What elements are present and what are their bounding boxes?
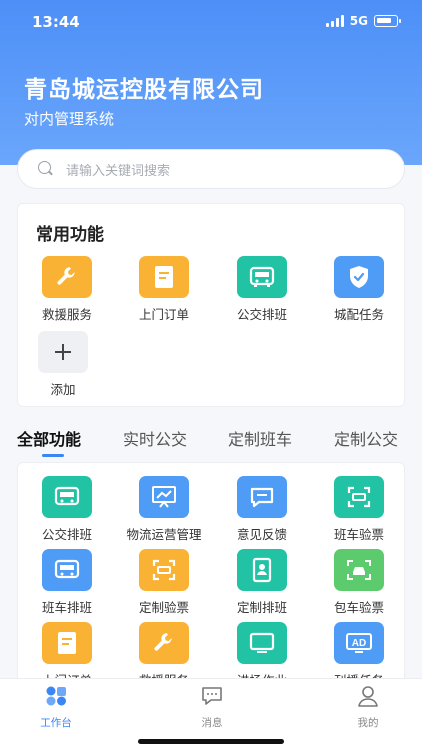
signal-icon (325, 15, 344, 27)
tab-all-functions[interactable]: 全部功能 (17, 426, 81, 450)
nav-label: 我的 (357, 717, 379, 729)
all-item-label: 定制排班 (236, 600, 287, 615)
nav-workbench[interactable]: 工作台 (26, 685, 86, 730)
all-item-charter-ticket-check[interactable]: 包车验票 (310, 549, 404, 616)
all-item-feedback[interactable]: 意见反馈 (213, 476, 311, 543)
scan-icon (139, 549, 189, 591)
common-item-home-order[interactable]: 上门订单 (115, 256, 213, 323)
active-tab-indicator (42, 454, 64, 457)
all-item-label: 包车验票 (333, 600, 384, 615)
car-icon (334, 549, 384, 591)
nav-label: 消息 (201, 717, 223, 729)
home-indicator (138, 739, 284, 744)
search-icon (38, 161, 54, 177)
document-icon (42, 622, 92, 664)
message-icon (237, 476, 287, 518)
function-tabs: 全部功能 实时公交 定制班车 定制公交 (0, 418, 422, 462)
network-type: 5G (349, 14, 368, 28)
nav-label: 工作台 (40, 717, 72, 729)
shield-check-icon (334, 256, 384, 298)
all-item-label: 公交排班 (41, 527, 92, 542)
all-item-label: 物流运营管理 (126, 527, 202, 542)
tab-custom-bus[interactable]: 定制公交 (334, 426, 398, 450)
status-indicators: 5G (325, 14, 401, 28)
scan-icon (334, 476, 384, 518)
all-item-bus-schedule[interactable]: 公交排班 (18, 476, 116, 543)
common-item-label: 救援服务 (41, 307, 92, 322)
chart-board-icon (139, 476, 189, 518)
tab-custom-shuttle[interactable]: 定制班车 (228, 426, 292, 450)
common-functions-card: 常用功能 救援服务 上门订单 公交排班 城配任务 添加 (17, 203, 405, 407)
chat-icon (202, 687, 222, 705)
all-item-label: 定制验票 (138, 600, 189, 615)
all-item-label: 意见反馈 (236, 527, 287, 542)
bus-icon (42, 549, 92, 591)
nav-profile[interactable]: 我的 (338, 685, 398, 730)
search-bar[interactable]: 请输入关键词搜索 (17, 149, 405, 189)
monitor-icon (237, 622, 287, 664)
workbench-icon (46, 686, 66, 706)
nav-messages[interactable]: 消息 (182, 685, 242, 730)
document-icon (139, 256, 189, 298)
common-item-label: 上门订单 (138, 307, 189, 322)
all-item-custom-schedule[interactable]: 定制排班 (213, 549, 311, 616)
status-bar: 13:44 5G (0, 0, 422, 44)
company-title: 青岛城运控股有限公司 (24, 77, 264, 103)
common-item-bus-schedule[interactable]: 公交排班 (213, 256, 311, 323)
common-functions-title: 常用功能 (36, 225, 104, 245)
add-function-button[interactable]: 添加 (14, 331, 112, 398)
common-item-label: 公交排班 (236, 307, 287, 322)
user-icon (358, 686, 378, 707)
plus-icon (38, 331, 88, 373)
all-item-custom-ticket-check[interactable]: 定制验票 (115, 549, 213, 616)
all-item-shuttle-ticket-check[interactable]: 班车验票 (310, 476, 404, 543)
battery-icon (374, 15, 401, 27)
wrench-icon (139, 622, 189, 664)
common-item-rescue[interactable]: 救援服务 (18, 256, 116, 323)
ad-icon: AD (334, 622, 384, 664)
bus-icon (42, 476, 92, 518)
all-item-label: 班车排班 (41, 600, 92, 615)
search-placeholder: 请输入关键词搜索 (66, 163, 171, 179)
common-item-label: 城配任务 (333, 307, 384, 322)
bus-icon (237, 256, 287, 298)
contacts-book-icon (237, 549, 287, 591)
wrench-icon (42, 256, 92, 298)
all-functions-card: 公交排班 物流运营管理 意见反馈 班车验票 班车排班 定制验票 定制排班 包车验… (17, 462, 405, 692)
tab-realtime-bus[interactable]: 实时公交 (123, 426, 187, 450)
svg-text:AD: AD (352, 638, 366, 649)
all-item-label: 班车验票 (333, 527, 384, 542)
system-subtitle: 对内管理系统 (24, 110, 115, 128)
common-item-label: 添加 (50, 382, 76, 397)
all-item-logistics[interactable]: 物流运营管理 (115, 476, 213, 543)
all-item-shuttle-schedule[interactable]: 班车排班 (18, 549, 116, 616)
status-time: 13:44 (32, 13, 80, 31)
common-item-city-delivery[interactable]: 城配任务 (310, 256, 408, 323)
